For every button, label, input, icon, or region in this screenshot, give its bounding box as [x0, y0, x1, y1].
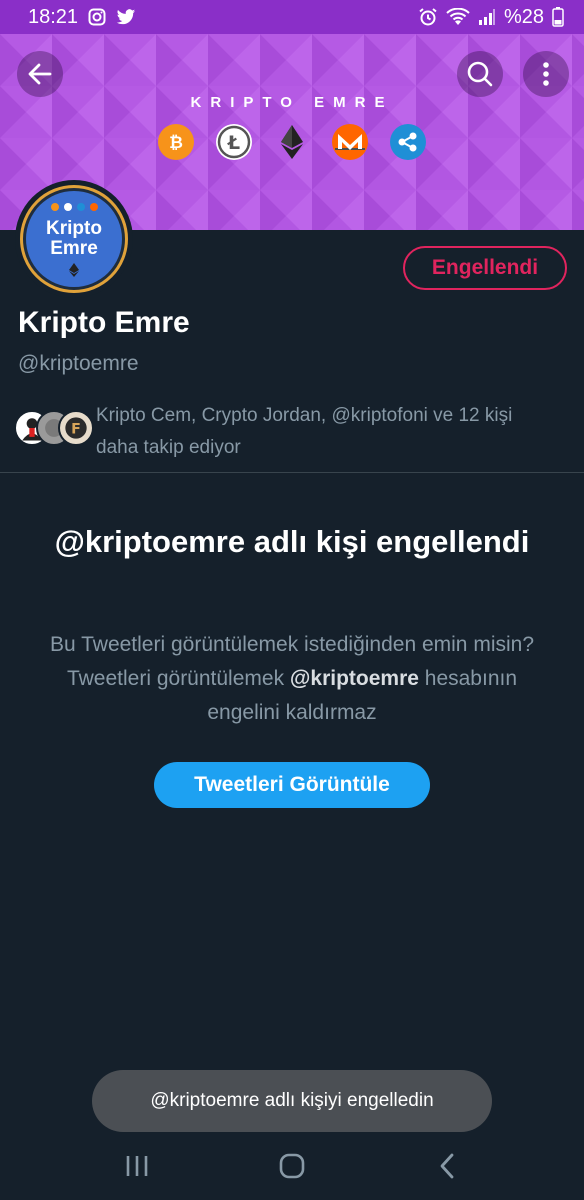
avatar-text-line1: Kripto	[46, 218, 102, 239]
back-button[interactable]	[17, 51, 63, 97]
more-vertical-icon	[543, 62, 549, 86]
profile-handle: @kriptoemre	[18, 352, 139, 375]
follower-avatars: F	[14, 410, 94, 450]
display-name: Kripto Emre	[18, 306, 190, 339]
battery-percent: %28	[503, 5, 544, 28]
recents-button[interactable]	[107, 1136, 167, 1196]
avatar-coin-dot	[76, 203, 85, 211]
banner-title: KRIPTO EMRE	[190, 94, 394, 111]
toast-message: @kriptoemre adlı kişiyi engelledin	[92, 1070, 492, 1132]
wifi-icon	[446, 8, 470, 26]
home-icon	[279, 1153, 305, 1179]
home-button[interactable]	[262, 1136, 322, 1196]
back-arrow-icon	[28, 63, 52, 85]
signal-icon	[478, 8, 496, 26]
avatar-ethereum-icon	[69, 263, 79, 277]
coin-row: ₿ Ł	[0, 124, 584, 160]
status-bar: 18:21 %28	[0, 0, 584, 34]
svg-text:F: F	[71, 421, 81, 437]
avatar-coin-dot	[63, 203, 72, 211]
blocked-button[interactable]: Engellendi	[403, 246, 567, 290]
avatar[interactable]: Kripto Emre	[15, 180, 133, 298]
search-icon	[467, 61, 493, 87]
system-back-button[interactable]	[417, 1136, 477, 1196]
followed-by-row[interactable]: F Kripto Cem, Crypto Jordan, @kriptofoni…	[14, 400, 546, 464]
followed-by-text: Kripto Cem, Crypto Jordan, @kriptofoni v…	[96, 405, 513, 458]
recents-icon	[127, 1156, 148, 1176]
svg-text:Ł: Ł	[227, 132, 240, 154]
twitter-icon	[116, 8, 136, 26]
ethereum-icon	[274, 124, 310, 160]
status-time: 18:21	[28, 5, 79, 28]
view-tweets-button[interactable]: Tweetleri Görüntüle	[154, 762, 430, 808]
instagram-icon	[88, 8, 106, 26]
ripple-icon	[390, 124, 426, 160]
alarm-icon	[418, 7, 438, 27]
bitcoin-icon: ₿	[158, 124, 194, 160]
battery-icon	[552, 7, 564, 27]
litecoin-icon: Ł	[216, 124, 252, 160]
search-button[interactable]	[457, 51, 503, 97]
blocked-description: Bu Tweetleri görüntülemek istediğinden e…	[30, 628, 554, 730]
more-options-button[interactable]	[523, 51, 569, 97]
blocked-desc-handle: @kriptoemre	[289, 667, 419, 690]
blocked-heading: @kriptoemre adlı kişi engellendi	[54, 524, 530, 559]
svg-text:₿: ₿	[169, 133, 183, 153]
monero-icon	[332, 124, 368, 160]
follower-avatar: F	[58, 410, 94, 446]
avatar-text-line2: Emre	[50, 238, 98, 259]
chevron-left-icon	[440, 1153, 454, 1179]
system-nav-bar	[0, 1132, 584, 1200]
avatar-coin-dot	[89, 203, 98, 211]
avatar-coin-dot	[50, 203, 59, 211]
divider	[0, 472, 584, 473]
